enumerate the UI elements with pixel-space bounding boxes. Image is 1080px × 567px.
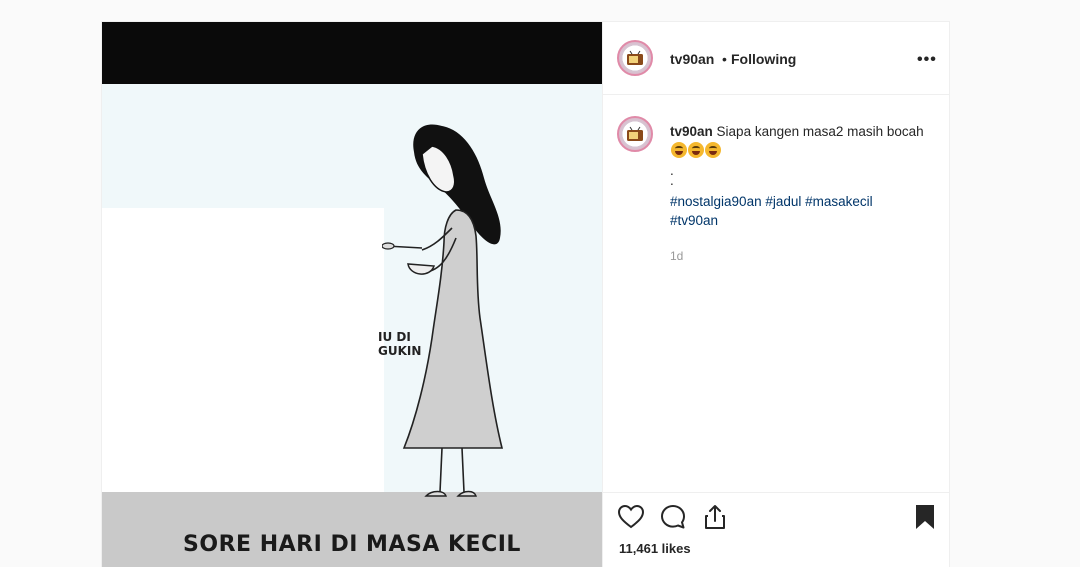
instagram-post: IU DI GUKIN SORE HARI DI MASA KECIL tv90… [101, 21, 950, 567]
following-button[interactable]: Following [731, 51, 796, 67]
hashtag-link[interactable]: #masakecil [805, 194, 873, 209]
hashtags: #nostalgia90an #jadul #masakecil #tv90an [670, 192, 930, 230]
image-wall [102, 208, 384, 494]
caption-dots: . . [670, 163, 930, 188]
tv-icon [627, 126, 643, 141]
hashtag-link[interactable]: #nostalgia90an [670, 194, 762, 209]
post-header: tv90an • Following ••• [603, 22, 949, 95]
girl-illustration [382, 124, 504, 497]
comment-bubble-icon[interactable] [659, 503, 687, 531]
caption-dot: . [670, 173, 674, 188]
avatar[interactable] [617, 116, 653, 152]
post-side-panel: tv90an • Following ••• tv90an Siapa kang… [602, 22, 949, 567]
laughing-emoji-icon [671, 142, 687, 158]
likes-count[interactable]: 11,461 likes [619, 541, 691, 556]
page: IU DI GUKIN SORE HARI DI MASA KECIL tv90… [0, 0, 1080, 567]
avatar[interactable] [617, 40, 653, 76]
laughing-emoji-icon [705, 142, 721, 158]
share-icon[interactable] [701, 503, 729, 531]
tv-icon [627, 50, 643, 65]
hashtag-link[interactable]: #tv90an [670, 213, 718, 228]
laughing-emoji-icon [688, 142, 704, 158]
hashtag-link[interactable]: #jadul [765, 194, 801, 209]
more-options-icon[interactable]: ••• [917, 51, 937, 69]
caption: tv90an Siapa kangen masa2 masih bocah . … [670, 122, 930, 230]
caption-username[interactable]: tv90an [670, 124, 713, 139]
username-link[interactable]: tv90an [670, 51, 714, 67]
image-black-bar [102, 22, 602, 84]
image-caption: SORE HARI DI MASA KECIL [183, 532, 521, 557]
bookmark-icon[interactable] [911, 503, 939, 531]
separator-dot: • [722, 51, 727, 67]
action-bar: 11,461 likes [603, 492, 949, 567]
heart-icon[interactable] [617, 503, 645, 531]
post-image[interactable]: IU DI GUKIN SORE HARI DI MASA KECIL [102, 22, 602, 567]
caption-dot: . [670, 163, 674, 178]
timestamp[interactable]: 1d [670, 249, 683, 263]
caption-text: Siapa kangen masa2 masih bocah [716, 124, 924, 139]
